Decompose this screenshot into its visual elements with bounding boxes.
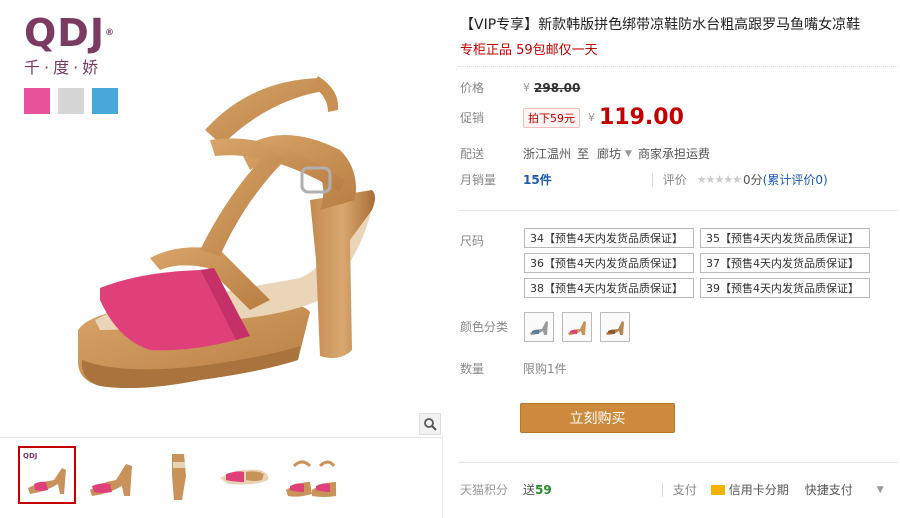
points-prefix: 送 — [523, 483, 536, 497]
thumbnail-3[interactable] — [150, 446, 208, 504]
sales-row: 月销量 15件 评价 ★★★★★ 0分 (累计评价0) — [460, 171, 828, 188]
thumbnail-2[interactable] — [84, 446, 142, 504]
main-product-image[interactable]: QDJ® 千·度·娇 — [0, 0, 443, 436]
credit-card-icon — [710, 484, 725, 495]
footer-row: 天猫积分 送 59 支付 信用卡分期 快捷支付 ▼ — [460, 481, 884, 498]
svg-text:QDJ: QDJ — [23, 452, 37, 460]
zoom-button[interactable] — [419, 413, 441, 435]
points-label: 天猫积分 — [460, 483, 509, 497]
review-count-link[interactable]: (累计评价0) — [763, 171, 828, 188]
thumbnail-1[interactable]: QDJ — [18, 446, 76, 504]
ship-destination[interactable]: 廊坊 — [597, 145, 621, 162]
thumbnail-sandal-image — [220, 469, 269, 485]
original-price: 298.00 — [534, 80, 581, 95]
divider — [458, 462, 898, 463]
thumbnail-sandal-image: QDJ — [23, 452, 66, 494]
thumbnail-4[interactable] — [216, 446, 274, 504]
size-options: 34【预售4天内发货品质保证】 35【预售4天内发货品质保证】 36【预售4天内… — [524, 228, 884, 298]
promo-tag: 拍下59元 — [523, 107, 580, 128]
rating-stars: ★★★★★ — [696, 173, 742, 186]
size-option-37[interactable]: 37【预售4天内发货品质保证】 — [700, 253, 870, 273]
currency-symbol: ¥ — [588, 111, 595, 124]
price-box: 价格 ¥ 298.00 促销 拍下59元 ¥ 119.00 配送 浙江温州 至 … — [458, 66, 898, 198]
color-options — [524, 312, 630, 342]
divider — [651, 172, 653, 187]
sandal-illustration — [78, 76, 375, 388]
shipping-fee: 商家承担运费 — [637, 147, 710, 161]
magnifier-icon — [424, 418, 437, 431]
color-option-grey[interactable] — [524, 312, 554, 342]
thumbnail-sandal-image — [286, 460, 336, 497]
buy-now-button[interactable]: 立刻购买 — [520, 403, 675, 433]
color-label: 颜色分类 — [460, 320, 509, 334]
ship-to-word: 至 — [577, 147, 590, 161]
original-price-row: 价格 ¥ 298.00 — [460, 79, 580, 96]
quantity-row: 数量 限购1件 — [460, 360, 567, 377]
color-option-tan[interactable] — [600, 312, 630, 342]
color-label-row: 颜色分类 — [460, 318, 523, 335]
points-value: 59 — [535, 482, 552, 497]
quick-pay[interactable]: 快捷支付 — [805, 481, 853, 498]
rating-label: 评价 — [662, 173, 687, 187]
sandal-swatch-icon — [568, 321, 586, 335]
promo-label: 促销 — [460, 111, 485, 125]
product-info-panel: 【VIP专享】新款韩版拼色绑带凉鞋防水台粗高跟罗马鱼嘴女凉鞋 专柜正品 59包邮… — [458, 0, 898, 518]
chevron-down-icon[interactable]: ▼ — [625, 149, 632, 159]
chevron-down-icon[interactable]: ▼ — [877, 485, 884, 495]
quantity-limit: 限购1件 — [523, 362, 567, 376]
sandal-swatch-icon — [530, 321, 548, 335]
thumbnail-sandal-image — [172, 454, 186, 500]
size-label: 尺码 — [460, 234, 485, 248]
product-subtitle: 专柜正品 59包邮仅一天 — [460, 43, 598, 58]
price-label: 价格 — [460, 81, 485, 95]
size-option-36[interactable]: 36【预售4天内发货品质保证】 — [524, 253, 694, 273]
quantity-label: 数量 — [460, 362, 485, 376]
color-option-pink[interactable] — [562, 312, 592, 342]
rating-score: 0分 — [743, 173, 763, 187]
divider — [661, 482, 663, 497]
size-label-row: 尺码 — [460, 232, 523, 249]
thumbnail-5[interactable] — [282, 446, 340, 504]
thumbnail-strip: QDJ — [0, 437, 443, 518]
size-option-38[interactable]: 38【预售4天内发货品质保证】 — [524, 278, 694, 298]
sales-label: 月销量 — [460, 173, 497, 187]
size-option-39[interactable]: 39【预售4天内发货品质保证】 — [700, 278, 870, 298]
sales-count: 15件 — [523, 173, 552, 187]
size-option-35[interactable]: 35【预售4天内发货品质保证】 — [700, 228, 870, 248]
divider — [458, 210, 898, 211]
size-option-34[interactable]: 34【预售4天内发货品质保证】 — [524, 228, 694, 248]
ship-from: 浙江温州 — [523, 147, 572, 161]
currency-symbol: ¥ — [523, 81, 530, 94]
product-gallery: QDJ® 千·度·娇 QDJ — [0, 0, 443, 518]
pay-label: 支付 — [672, 483, 697, 497]
promo-price: 119.00 — [599, 105, 684, 130]
sandal-swatch-icon — [606, 321, 624, 335]
promo-price-row: 促销 拍下59元 ¥ 119.00 — [460, 105, 684, 130]
thumbnail-sandal-image — [90, 464, 132, 496]
product-title: 【VIP专享】新款韩版拼色绑带凉鞋防水台粗高跟罗马鱼嘴女凉鞋 — [460, 17, 861, 33]
credit-installment[interactable]: 信用卡分期 — [729, 481, 789, 498]
shipping-label: 配送 — [460, 147, 485, 161]
shipping-row: 配送 浙江温州 至 廊坊 ▼ 商家承担运费 — [460, 145, 710, 162]
